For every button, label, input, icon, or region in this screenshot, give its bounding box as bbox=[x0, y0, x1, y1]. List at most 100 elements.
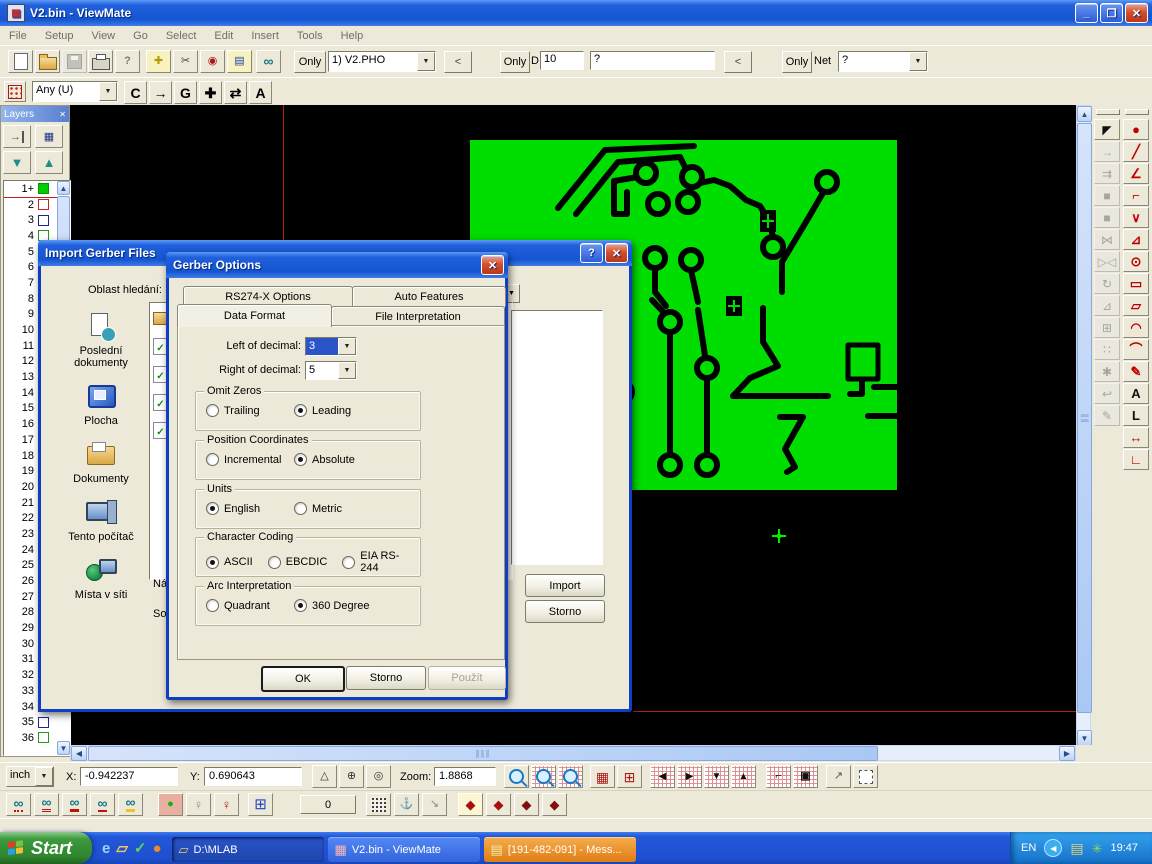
line-tool-icon[interactable]: ╱ bbox=[1123, 141, 1149, 162]
open-file-icon[interactable] bbox=[35, 50, 60, 73]
radio-quadrant[interactable]: Quadrant bbox=[198, 599, 286, 612]
align-icon[interactable]: ⊞ bbox=[1094, 317, 1120, 338]
radio-ascii[interactable]: ASCII bbox=[198, 556, 253, 569]
lamp-off-icon[interactable]: ♀ bbox=[186, 793, 211, 816]
left-of-decimal-combo[interactable]: 3 ▼ bbox=[305, 337, 357, 356]
zoom-window-icon[interactable] bbox=[558, 765, 583, 788]
menu-edit[interactable]: Edit bbox=[205, 30, 242, 42]
scroll-left-icon[interactable]: ◀ bbox=[71, 746, 87, 761]
radio-button[interactable] bbox=[206, 404, 219, 417]
fill-square-icon[interactable]: ■ bbox=[1094, 185, 1120, 206]
place-my-computer[interactable]: Tento počítač bbox=[53, 498, 149, 543]
scroll-up-icon[interactable]: ▲ bbox=[1077, 106, 1092, 122]
chevron-down-icon[interactable]: ▼ bbox=[99, 82, 117, 101]
fill-square-large-icon[interactable]: ■ bbox=[1094, 207, 1120, 228]
close-button[interactable]: ✕ bbox=[1125, 3, 1148, 23]
view-points-icon[interactable]: ∞ bbox=[90, 793, 115, 816]
radio-button[interactable] bbox=[294, 404, 307, 417]
ok-button[interactable]: OK bbox=[261, 666, 345, 692]
menu-insert[interactable]: Insert bbox=[242, 30, 288, 42]
tab-data-format[interactable]: Data Format bbox=[177, 304, 332, 327]
view-shapes-icon[interactable]: ∞ bbox=[62, 793, 87, 816]
layer-row[interactable]: 35 bbox=[4, 714, 70, 730]
zoom-in-icon[interactable] bbox=[504, 765, 529, 788]
layer-combo[interactable]: 1) V2.PHO ▼ bbox=[328, 51, 436, 72]
zoom-field[interactable]: 1.8868 bbox=[434, 767, 496, 786]
window-tile-icon[interactable]: ⊞ bbox=[248, 793, 273, 816]
help-icon[interactable]: ? bbox=[580, 243, 603, 263]
radio-button[interactable] bbox=[294, 599, 307, 612]
menu-go[interactable]: Go bbox=[124, 30, 157, 42]
close-icon[interactable]: ✕ bbox=[481, 255, 504, 275]
menu-setup[interactable]: Setup bbox=[36, 30, 83, 42]
aperture-text-icon[interactable]: A bbox=[249, 81, 272, 104]
scroll-right-icon[interactable]: ▶ bbox=[1059, 746, 1075, 761]
radio-button[interactable] bbox=[268, 556, 281, 569]
radio-360-degree[interactable]: 360 Degree bbox=[286, 599, 374, 612]
unit-combo[interactable]: inch ▼ bbox=[6, 766, 54, 787]
arc-tool-icon[interactable]: ◠ bbox=[1123, 317, 1149, 338]
cancel-button[interactable]: Storno bbox=[525, 600, 605, 623]
palette-grip[interactable] bbox=[1096, 109, 1120, 115]
layer-export-icon[interactable]: → bbox=[3, 125, 31, 148]
radio-absolute[interactable]: Absolute bbox=[286, 453, 374, 466]
firefox-icon[interactable]: ● bbox=[152, 841, 161, 856]
pattern-origin-icon[interactable]: ◆ bbox=[542, 793, 567, 816]
layer-up-icon[interactable]: ▲ bbox=[35, 151, 63, 174]
ruler-angle-icon[interactable]: △ bbox=[312, 765, 337, 788]
radio-eia-rs244[interactable]: EIA RS-244 bbox=[334, 550, 411, 574]
color-palette-icon[interactable]: ▤ bbox=[227, 50, 252, 73]
tools-measure-icon[interactable]: ✂ bbox=[173, 50, 198, 73]
layer-films-icon[interactable]: ▦ bbox=[35, 125, 63, 148]
horizontal-scroll-thumb[interactable]: ∥∥∥ bbox=[88, 746, 878, 761]
aperture-c-icon[interactable]: C bbox=[124, 81, 147, 104]
place-documents[interactable]: Dokumenty bbox=[53, 440, 149, 485]
dcode-query-input[interactable]: ? bbox=[590, 51, 715, 70]
aperture-select-icon[interactable] bbox=[4, 81, 26, 102]
origin-crosshair-icon[interactable]: ✚ bbox=[146, 50, 171, 73]
radio-ebcdic[interactable]: EBCDIC bbox=[260, 556, 328, 569]
ie-icon[interactable]: e bbox=[102, 841, 110, 856]
radio-trailing[interactable]: Trailing bbox=[198, 404, 286, 417]
gerber-dialog-titlebar[interactable]: Gerber Options ✕ bbox=[166, 252, 508, 278]
status-tray-icon[interactable]: ✳ bbox=[1092, 842, 1103, 855]
corner-line-icon[interactable]: ⌐ bbox=[1123, 185, 1149, 206]
chevron-down-icon[interactable]: ▼ bbox=[338, 338, 356, 355]
scroll-down-icon[interactable]: ▼ bbox=[1077, 730, 1092, 746]
import-button[interactable]: Import bbox=[525, 574, 605, 597]
layers-panel-titlebar[interactable]: Layers ✕ bbox=[1, 106, 69, 122]
layer-color-swatch[interactable] bbox=[38, 215, 49, 226]
restore-button[interactable]: ❐ bbox=[1100, 3, 1123, 23]
settings-gear-icon[interactable]: ✱ bbox=[1094, 361, 1120, 382]
stretch-diagonal-icon[interactable]: ↗ bbox=[826, 765, 851, 788]
overlay-grid-icon[interactable]: ▣ bbox=[793, 765, 818, 788]
layer-color-swatch[interactable] bbox=[38, 732, 49, 743]
origin-target-icon[interactable]: ⊕ bbox=[339, 765, 364, 788]
pattern-flash-icon[interactable]: ◆ bbox=[458, 793, 483, 816]
only-dcode-button[interactable]: Only bbox=[500, 51, 530, 73]
layers-scroll-down-icon[interactable]: ▼ bbox=[57, 741, 70, 755]
text-tool-icon[interactable]: A bbox=[1123, 383, 1149, 404]
chevron-down-icon[interactable]: ▼ bbox=[417, 52, 435, 71]
dimension-tool-icon[interactable]: ↔ bbox=[1123, 427, 1149, 448]
tab-auto-features[interactable]: Auto Features bbox=[352, 286, 506, 306]
polyline-tool-icon[interactable]: ∠ bbox=[1123, 163, 1149, 184]
node-select-icon[interactable]: ✎ bbox=[1094, 405, 1120, 426]
close-icon[interactable]: ✕ bbox=[59, 110, 66, 119]
place-recent-documents[interactable]: Poslední dokumenty bbox=[53, 312, 149, 369]
aperture-filter-combo[interactable]: Any (U) ▼ bbox=[32, 81, 118, 102]
right-of-decimal-combo[interactable]: 5 ▼ bbox=[305, 361, 357, 380]
task-messenger[interactable]: ▤ [191-482-091] - Mess... bbox=[484, 837, 636, 862]
menu-help[interactable]: Help bbox=[332, 30, 373, 42]
vertical-scroll-thumb[interactable]: ∥∥ bbox=[1077, 123, 1092, 713]
radio-button[interactable] bbox=[294, 502, 307, 515]
layer-color-swatch[interactable] bbox=[38, 717, 49, 728]
layer-color-swatch[interactable] bbox=[38, 183, 49, 194]
radio-button[interactable] bbox=[206, 599, 219, 612]
view-lines-icon[interactable]: ∞ bbox=[34, 793, 59, 816]
rotate-icon[interactable]: ↻ bbox=[1094, 273, 1120, 294]
place-network[interactable]: Místa v síti bbox=[53, 556, 149, 601]
pan-down-icon[interactable]: ▼ bbox=[704, 765, 729, 788]
distribute-icon[interactable]: ∷ bbox=[1094, 339, 1120, 360]
only-net-button[interactable]: Only bbox=[782, 51, 812, 73]
